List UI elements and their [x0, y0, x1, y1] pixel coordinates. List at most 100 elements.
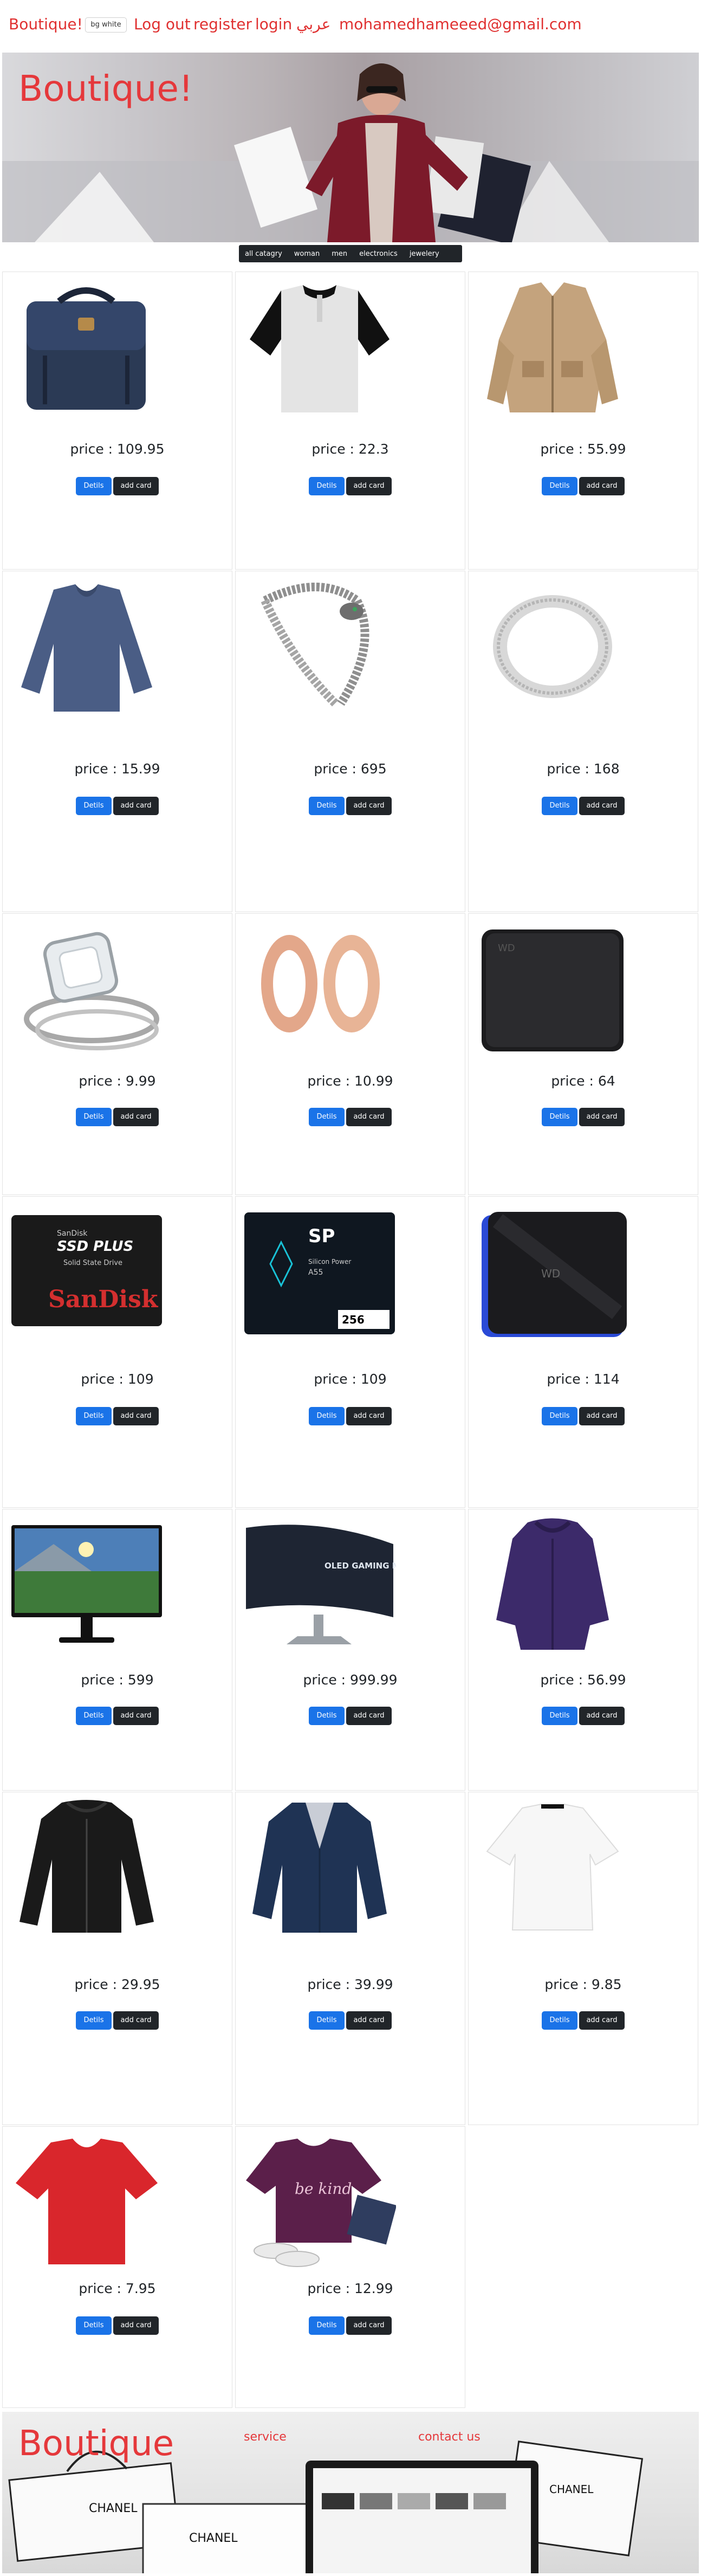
add-to-cart-button[interactable]: add card [113, 1108, 159, 1126]
add-to-cart-button[interactable]: add card [579, 2011, 625, 2030]
product-actions: Detils add card [469, 1407, 698, 1425]
category-men[interactable]: men [326, 250, 353, 258]
details-button[interactable]: Detils [309, 797, 345, 815]
bag-brand-label: CHANEL [189, 2532, 238, 2545]
product-actions: Detils add card [236, 1407, 465, 1425]
details-button[interactable]: Detils [542, 2011, 577, 2030]
add-to-cart-button[interactable]: add card [346, 2316, 392, 2335]
add-to-cart-button[interactable]: add card [579, 1108, 625, 1126]
add-to-cart-button[interactable]: add card [113, 477, 159, 495]
add-to-cart-button[interactable]: add card [579, 797, 625, 815]
category-all[interactable]: all catagry [239, 250, 288, 258]
product-actions: Detils add card [236, 2316, 465, 2335]
bag-brand-label: CHANEL [549, 2483, 594, 2496]
footer: CHANEL CHANEL CHANEL Boutique service co… [2, 2412, 699, 2573]
details-button[interactable]: Detils [309, 2011, 345, 2030]
product-actions: Detils add card [469, 477, 698, 495]
product-card: WD price : 114 Detils add card [468, 1196, 698, 1508]
blazer-icon [252, 1803, 387, 1933]
theme-toggle-button[interactable]: bg white [85, 17, 127, 33]
details-button[interactable]: Detils [542, 797, 577, 815]
details-button[interactable]: Detils [76, 477, 112, 495]
details-button[interactable]: Detils [76, 2011, 112, 2030]
details-button[interactable]: Detils [76, 1108, 112, 1126]
shirt-print-text: be kind [295, 2180, 352, 2198]
brand-link[interactable]: Boutique! [9, 15, 83, 33]
add-to-cart-button[interactable]: add card [113, 1707, 159, 1725]
category-woman[interactable]: woman [288, 250, 326, 258]
tshirt-icon: be kind [246, 2139, 396, 2267]
user-email-link[interactable]: mohamedhameeed@gmail.com [339, 15, 582, 33]
product-actions: Detils add card [3, 2011, 232, 2030]
add-to-cart-button[interactable]: add card [113, 1407, 159, 1425]
add-to-cart-button[interactable]: add card [579, 477, 625, 495]
product-actions: Detils add card [236, 2011, 465, 2030]
add-to-cart-button[interactable]: add card [346, 1108, 392, 1126]
product-card: OLED GAMING MONITOR price : 999.99 Detil… [235, 1509, 465, 1791]
add-to-cart-button[interactable]: add card [113, 2316, 159, 2335]
details-button[interactable]: Detils [542, 1707, 577, 1725]
details-button[interactable]: Detils [76, 797, 112, 815]
ring-icon [493, 595, 612, 698]
details-button[interactable]: Detils [309, 477, 345, 495]
product-price: price : 9.99 [79, 1073, 156, 1089]
details-button[interactable]: Detils [542, 477, 577, 495]
details-button[interactable]: Detils [309, 1407, 345, 1425]
add-to-cart-button[interactable]: add card [579, 1407, 625, 1425]
sweater-icon [21, 584, 152, 712]
earrings-icon [261, 935, 380, 1032]
product-price: price : 109.95 [70, 441, 165, 457]
add-to-cart-button[interactable]: add card [346, 477, 392, 495]
product-actions: Detils add card [236, 797, 465, 815]
details-button[interactable]: Detils [309, 1108, 345, 1126]
product-card: price : 695 Detils add card [235, 571, 465, 912]
product-actions: Detils add card [3, 1407, 232, 1425]
footer-service-link[interactable]: service [244, 2430, 287, 2444]
details-button[interactable]: Detils [76, 2316, 112, 2335]
product-actions: Detils add card [3, 1108, 232, 1126]
details-button[interactable]: Detils [542, 1108, 577, 1126]
bag-brand-label: CHANEL [89, 2502, 138, 2515]
ssd-brand-logo: SanDisk [48, 1286, 159, 1313]
add-to-cart-button[interactable]: add card [579, 1707, 625, 1725]
product-actions: Detils add card [469, 1108, 698, 1126]
register-link[interactable]: register [193, 15, 252, 33]
add-to-cart-button[interactable]: add card [346, 797, 392, 815]
product-card: SanDisk SSD PLUS Solid State Drive SanDi… [2, 1196, 232, 1508]
language-link[interactable]: عربي [296, 15, 330, 33]
product-card: price : 15.99 Detils add card [2, 571, 232, 912]
add-to-cart-button[interactable]: add card [346, 1407, 392, 1425]
backpack-icon [27, 287, 146, 410]
product-price: price : 9.85 [544, 1977, 622, 1992]
footer-brand[interactable]: Boutique [18, 2424, 174, 2464]
login-link[interactable]: login [255, 15, 292, 33]
footer-contact-link[interactable]: contact us [418, 2430, 481, 2444]
details-button[interactable]: Detils [76, 1407, 112, 1425]
product-price: price : 599 [81, 1672, 154, 1688]
details-button[interactable]: Detils [542, 1407, 577, 1425]
product-card: price : 29.95 Detils add card [2, 1792, 232, 2125]
add-to-cart-button[interactable]: add card [113, 2011, 159, 2030]
product-actions: Detils add card [469, 1707, 698, 1725]
tshirt-icon [250, 285, 390, 412]
category-electronics[interactable]: electronics [353, 250, 404, 258]
add-to-cart-button[interactable]: add card [113, 797, 159, 815]
ssd-capacity-label: 256 [342, 1313, 365, 1326]
product-card: price : 9.99 Detils add card [2, 913, 232, 1195]
leather-jacket-icon [20, 1800, 154, 1933]
product-price: price : 15.99 [74, 761, 160, 777]
details-button[interactable]: Detils [309, 1707, 345, 1725]
product-price: price : 168 [547, 761, 620, 777]
logout-link[interactable]: Log out [134, 15, 191, 33]
product-price: price : 999.99 [303, 1672, 398, 1688]
add-to-cart-button[interactable]: add card [346, 1707, 392, 1725]
product-price: price : 39.99 [307, 1977, 393, 1992]
add-to-cart-button[interactable]: add card [346, 2011, 392, 2030]
product-price: price : 12.99 [307, 2281, 393, 2296]
category-jewelery[interactable]: jewelery [404, 250, 445, 258]
details-button[interactable]: Detils [309, 2316, 345, 2335]
product-card: price : 599 Detils add card [2, 1509, 232, 1791]
product-price: price : 22.3 [311, 441, 389, 457]
details-button[interactable]: Detils [76, 1707, 112, 1725]
product-card: SP Silicon Power A55 256 price : 109 Det… [235, 1196, 465, 1508]
